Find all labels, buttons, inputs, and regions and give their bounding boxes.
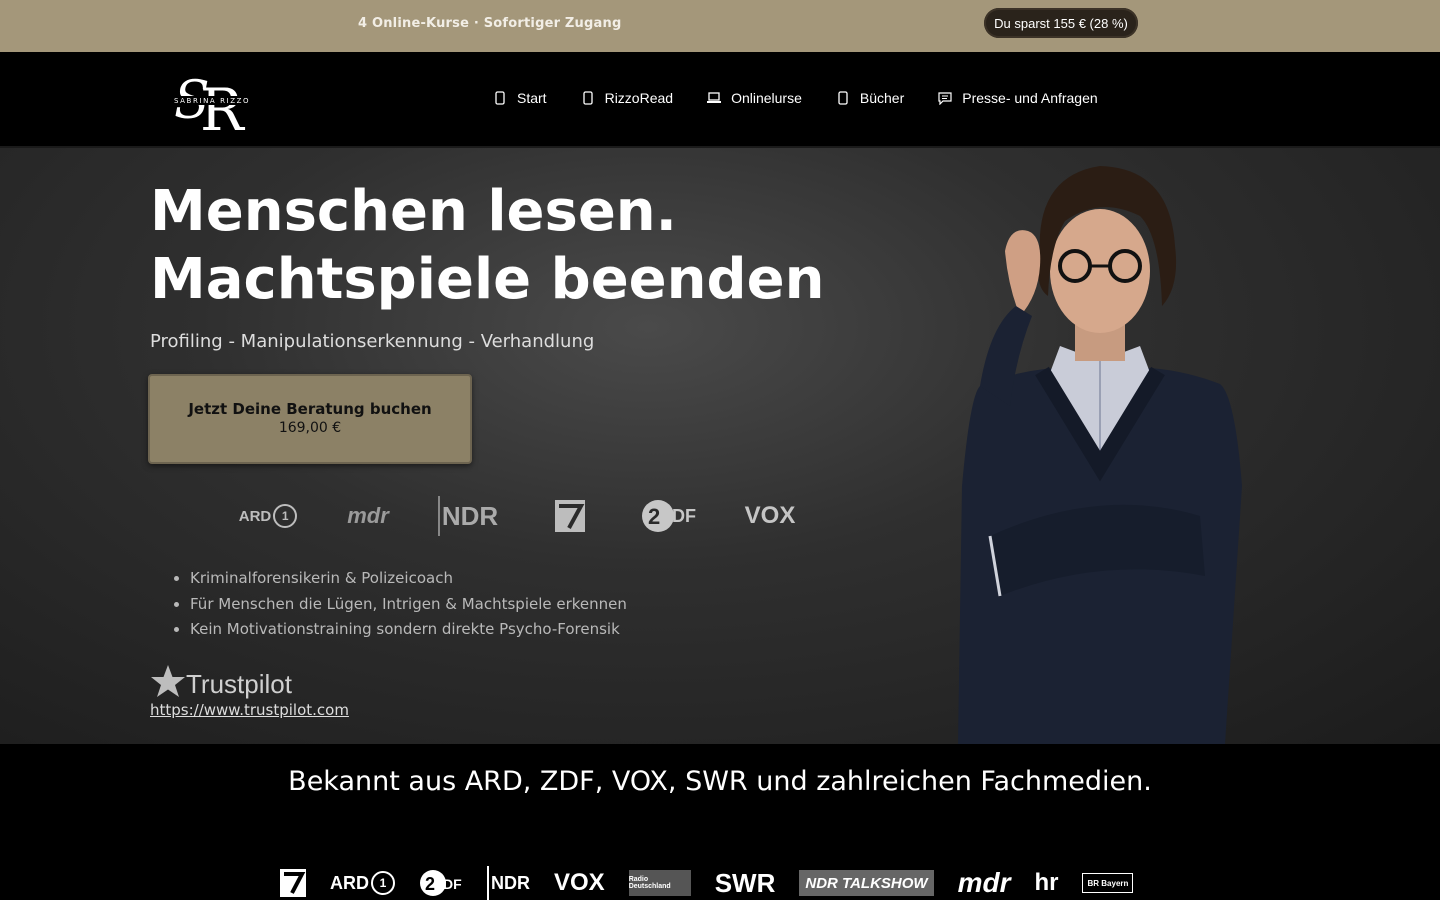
ndr-talkshow-logo: NDR TALKSHOW [799, 870, 934, 896]
media-logos-row: ARD 1 2 DF NDR VOX Radio Deutschland SWR N… [280, 866, 1157, 900]
main-header: S R SABRINA RIZZO Start RizzoRead Online… [0, 52, 1440, 148]
nav-label: Bücher [859, 90, 905, 106]
prosieben-logo [280, 866, 306, 900]
prosieben-logo [540, 496, 600, 536]
laptop-icon [707, 91, 722, 105]
ndr-logo: NDR [487, 866, 530, 900]
vox-logo: VOX [744, 502, 796, 529]
promo-text: 4 Online-Kurse · Sofortiger Zugang [358, 16, 622, 31]
svg-text:R: R [200, 76, 246, 136]
phone-icon [493, 91, 507, 105]
hero-title: Menschen lesen. Machtspiele beenden [150, 178, 910, 314]
ard-logo: ARD 1 [330, 866, 395, 900]
nav-item-onlinekurse[interactable]: Onlinelurse [707, 90, 802, 106]
hero-title-line2: Machtspiele beenden [150, 247, 825, 312]
list-item: Kein Motivationstraining sondern direkte… [190, 617, 627, 643]
svg-text:DF: DF [672, 506, 696, 526]
vox-logo: VOX [554, 869, 605, 896]
zdf-logo: 2 DF [640, 496, 700, 536]
site-logo[interactable]: S R SABRINA RIZZO [168, 70, 260, 144]
zdf-logo: 2 DF [419, 866, 463, 900]
hero-section: Menschen lesen. Machtspiele beenden Prof… [0, 148, 1440, 744]
phone-icon [581, 91, 595, 105]
tv-logos-row: ARD 1 mdr NDR 2 DF VOX [238, 496, 840, 536]
savings-badge[interactable]: Du sparst 155 € (28 %) [984, 8, 1138, 38]
mdr-logo: mdr [347, 503, 389, 528]
star-icon [150, 664, 186, 705]
portrait-image [950, 156, 1250, 744]
trustpilot-wordmark: Trustpilot [186, 669, 292, 699]
radio-deutschland-logo: Radio Deutschland [628, 870, 691, 896]
cta-price: 169,00 € [278, 420, 342, 436]
nav-label: Onlinelurse [731, 90, 802, 106]
swr-logo: SWR [714, 867, 776, 898]
list-item: Kriminalforensikerin & Polizeicoach [190, 566, 627, 592]
hr-logo: hr [1034, 869, 1059, 896]
promo-bar: 4 Online-Kurse · Sofortiger Zugang Du sp… [0, 0, 1440, 52]
hero-bullets: Kriminalforensikerin & Polizeicoach Für … [170, 566, 627, 643]
svg-text:SABRINA RIZZO: SABRINA RIZZO [174, 97, 250, 105]
hero-subtitle: Profiling - Manipulationserkennung - Ver… [150, 331, 595, 352]
nav-label: Presse- und Anfragen [962, 90, 1098, 106]
ndr-logo: NDR [438, 496, 500, 536]
br-bayern-logo: BR Bayern [1082, 873, 1134, 893]
nav-label: Start [517, 90, 547, 106]
nav-item-presse[interactable]: Presse- und Anfragen [938, 90, 1098, 106]
nav-label: RizzoRead [604, 90, 674, 106]
svg-text:2: 2 [648, 504, 660, 529]
nav-item-rizzoread[interactable]: RizzoRead [581, 90, 673, 106]
known-from-heading: Bekannt aus ARD, ZDF, VOX, SWR und zahlr… [288, 766, 1152, 797]
svg-text:DF: DF [443, 876, 462, 892]
phone-icon [836, 91, 850, 105]
list-item: Für Menschen die Lügen, Intrigen & Macht… [190, 592, 627, 618]
trustpilot-link[interactable]: https://www.trustpilot.com [150, 701, 349, 719]
main-nav: Start RizzoRead Onlinelurse Bücher Press… [493, 90, 1132, 106]
book-consultation-button[interactable]: Jetzt Deine Beratung buchen 169,00 € [148, 374, 472, 464]
cta-label: Jetzt Deine Beratung buchen [188, 400, 432, 418]
mdr-logo: mdr [957, 867, 1011, 898]
chat-icon [938, 91, 952, 105]
trustpilot-logo: Trustpilot [150, 664, 292, 705]
hero-title-line1: Menschen lesen. [150, 179, 677, 244]
ard-logo: ARD 1 [238, 496, 298, 536]
nav-item-buecher[interactable]: Bücher [836, 90, 904, 106]
svg-text:2: 2 [425, 874, 435, 894]
nav-item-start[interactable]: Start [493, 90, 547, 106]
